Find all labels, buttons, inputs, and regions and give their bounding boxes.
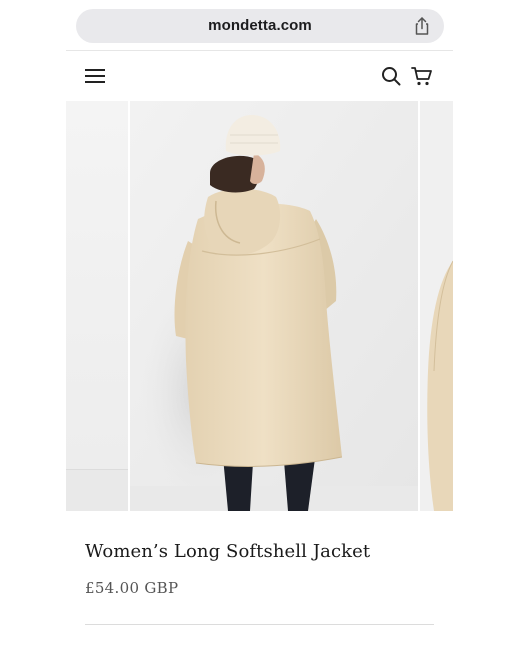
share-icon[interactable] (412, 16, 432, 36)
gallery-main-image[interactable] (130, 101, 418, 511)
gallery-previous-image[interactable] (66, 101, 128, 511)
product-title: Women’s Long Softshell Jacket (85, 541, 371, 562)
divider (85, 624, 434, 625)
product-photo (130, 101, 418, 511)
hamburger-menu-icon[interactable] (84, 66, 106, 86)
product-price: £54.00 GBP (85, 579, 179, 597)
search-icon[interactable] (381, 66, 401, 86)
floor (66, 469, 128, 511)
page: Women’s Long Softshell Jacket £54.00 GBP (66, 50, 453, 650)
cart-icon[interactable] (411, 65, 433, 87)
url-text[interactable]: mondetta.com (76, 17, 444, 34)
gallery-next-image[interactable] (420, 101, 453, 511)
next-photo-peek (420, 101, 453, 511)
site-header (66, 51, 453, 101)
product-image-gallery[interactable] (66, 101, 453, 511)
address-bar[interactable]: mondetta.com (76, 9, 444, 43)
